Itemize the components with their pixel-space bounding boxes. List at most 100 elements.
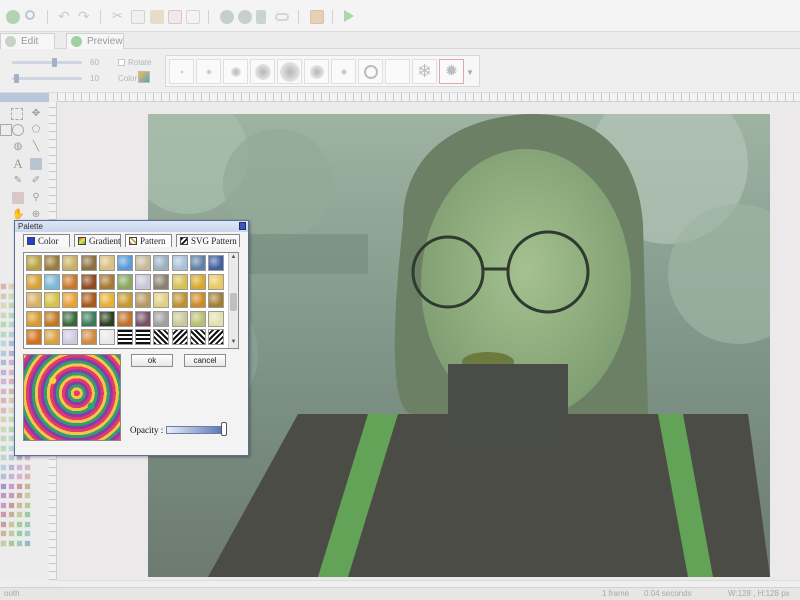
color-swatch[interactable] [0,425,7,433]
pattern-swatch[interactable] [189,255,206,271]
color-swatch[interactable] [0,473,7,480]
effects-icon[interactable] [238,10,252,24]
undo-icon[interactable]: ↶ [58,9,72,24]
color-swatch[interactable] [16,511,23,518]
color-swatch[interactable] [0,368,7,376]
color-swatch[interactable] [8,492,15,499]
pattern-swatch[interactable] [189,329,206,346]
brush-tool-icon[interactable]: ✐ [30,175,42,187]
paste-icon[interactable] [150,10,164,24]
pattern-swatch[interactable] [171,292,188,309]
pattern-swatch[interactable] [117,292,133,309]
color-swatch[interactable] [16,463,23,471]
pattern-swatch[interactable] [98,329,115,346]
pattern-swatch[interactable] [171,329,188,346]
pattern-scrollbar[interactable]: ▲ ▼ [228,253,238,348]
pattern-swatch[interactable] [135,329,152,346]
color-swatch[interactable] [24,520,31,528]
pattern-swatch[interactable] [80,292,97,309]
ok-button[interactable]: ok [131,354,173,367]
pattern-swatch[interactable] [26,292,42,309]
pattern-swatch[interactable] [44,329,61,346]
rotate-checkbox[interactable] [118,59,125,66]
pattern-swatch[interactable] [98,310,115,327]
pattern-swatch[interactable] [80,310,97,327]
pattern-swatch[interactable] [117,255,133,271]
pattern-swatch[interactable] [44,255,61,271]
brush-preset[interactable] [304,59,329,84]
color-swatch[interactable] [24,539,31,547]
tab-edit[interactable]: Edit [0,33,55,49]
stamp-icon[interactable] [256,10,266,24]
pattern-swatch[interactable] [44,310,61,327]
pattern-swatch[interactable] [26,273,42,290]
color-swatch[interactable] [8,473,15,480]
eraser-tool-icon[interactable] [12,192,24,204]
pattern-swatch[interactable] [135,255,152,271]
pattern-swatch[interactable] [62,292,79,309]
line-tool-icon[interactable]: ╲ [30,141,42,153]
color-swatch[interactable] [0,378,7,385]
color-swatch[interactable] [0,444,7,452]
zoom-icon[interactable] [25,10,35,20]
space-slider[interactable] [12,77,82,80]
tab-svg-pattern[interactable]: SVG Pattern [176,234,240,247]
pattern-swatch[interactable] [135,273,152,290]
color-swatch[interactable] [0,359,7,366]
color-swatch[interactable] [0,302,7,309]
pattern-swatch[interactable] [208,255,224,271]
brush-preset[interactable] [196,59,221,84]
fill-tool-icon[interactable] [30,158,42,170]
color-swatch[interactable] [0,530,7,537]
brush-color-swatch[interactable] [138,71,150,83]
color-swatch[interactable] [0,292,7,300]
color-swatch[interactable] [0,454,7,461]
pattern-swatch[interactable] [153,329,170,346]
pattern-swatch[interactable] [26,329,42,346]
color-swatch[interactable] [16,501,23,509]
brush-preset-snowflake[interactable]: ❄ [412,59,437,84]
rect-tool-icon[interactable] [0,124,12,136]
cancel-button[interactable]: cancel [184,354,226,367]
pattern-swatch[interactable] [189,292,206,309]
color-swatch[interactable] [0,397,7,404]
copy-icon[interactable] [131,10,145,24]
color-swatch[interactable] [24,473,31,480]
color-swatch[interactable] [0,387,7,395]
color-swatch[interactable] [0,539,7,547]
pattern-swatch[interactable] [62,273,79,290]
color-swatch[interactable] [0,340,7,347]
color-swatch[interactable] [0,511,7,518]
pattern-swatch[interactable] [189,310,206,327]
pattern-swatch[interactable] [153,255,170,271]
text-tool-icon[interactable]: A [12,157,24,170]
brush-preset[interactable] [385,59,410,84]
pattern-swatch[interactable] [208,329,224,346]
pattern-scrollbar-thumb[interactable] [230,293,237,311]
pattern-swatch[interactable] [171,310,188,327]
color-swatch[interactable] [24,492,31,499]
brush-preset-rings[interactable] [358,59,383,84]
delete-icon[interactable] [168,10,182,24]
color-swatch[interactable] [0,416,7,423]
crop-tool-icon[interactable]: ✥ [30,108,42,120]
pattern-swatch[interactable] [135,310,152,327]
redo-icon[interactable]: ↷ [78,9,92,24]
pattern-swatch[interactable] [171,273,188,290]
pattern-swatch[interactable] [98,255,115,271]
polygon-tool-icon[interactable]: ⬠ [30,124,42,136]
pattern-swatch[interactable] [62,329,79,346]
image-icon[interactable] [310,10,324,24]
link-icon[interactable] [275,13,289,21]
pattern-swatch[interactable] [62,255,79,271]
cut-icon[interactable]: ✂ [112,9,126,24]
color-swatch[interactable] [0,520,7,528]
color-swatch[interactable] [8,463,15,471]
pattern-swatch[interactable] [171,255,188,271]
brush-preset[interactable] [169,59,194,84]
brush-preset-splatter[interactable]: ✹ [439,59,464,84]
color-swatch[interactable] [0,463,7,471]
color-swatch[interactable] [24,511,31,518]
pattern-swatch[interactable] [153,292,170,309]
color-swatch[interactable] [0,311,7,319]
